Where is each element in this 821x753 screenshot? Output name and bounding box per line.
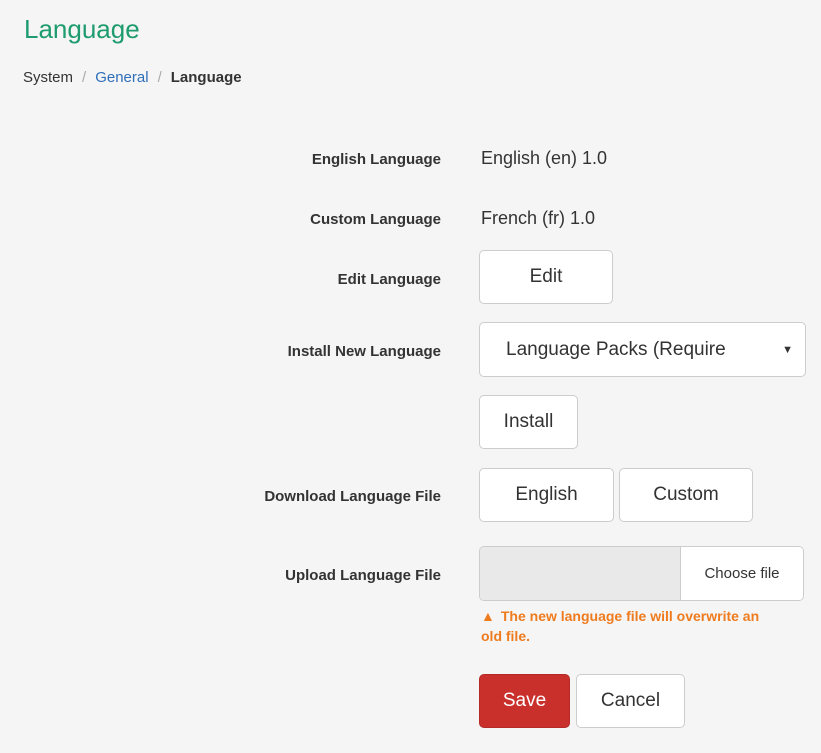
- upload-language-file-label: Upload Language File: [285, 567, 441, 584]
- breadcrumb-separator: /: [157, 69, 162, 86]
- language-page: Language System / General / Language English…: [0, 0, 821, 753]
- edit-language-label: Edit Language: [337, 271, 441, 288]
- page-title: Language: [24, 14, 140, 44]
- file-name-display: [480, 547, 680, 600]
- warning-triangle-icon: ▲: [481, 608, 495, 624]
- breadcrumb-separator: /: [82, 69, 87, 86]
- save-button[interactable]: Save: [479, 674, 570, 728]
- upload-file-input[interactable]: Choose file: [479, 546, 804, 601]
- edit-language-button[interactable]: Edit: [479, 250, 613, 304]
- breadcrumb: System / General / Language: [23, 69, 242, 86]
- language-pack-select-value: Language Packs (Require: [506, 338, 726, 360]
- download-english-button[interactable]: English: [479, 468, 614, 522]
- custom-language-value: French (fr) 1.0: [481, 208, 596, 228]
- chevron-down-icon: ▼: [782, 343, 793, 356]
- breadcrumb-item-general[interactable]: General: [95, 69, 148, 86]
- custom-language-label: Custom Language: [310, 211, 441, 228]
- choose-file-button[interactable]: Choose file: [680, 547, 803, 600]
- cancel-button[interactable]: Cancel: [576, 674, 685, 728]
- breadcrumb-item-system: System: [23, 69, 74, 86]
- english-language-value: English (en) 1.0: [481, 148, 608, 168]
- install-new-language-label: Install New Language: [287, 343, 441, 360]
- language-pack-select[interactable]: Language Packs (Require ▼: [479, 322, 806, 377]
- english-language-label: English Language: [311, 151, 441, 168]
- install-button[interactable]: Install: [479, 395, 578, 449]
- overwrite-warning: ▲ The new language file will overwrite an…: [481, 606, 781, 646]
- download-language-file-label: Download Language File: [264, 488, 441, 505]
- breadcrumb-item-language: Language: [170, 69, 242, 86]
- overwrite-warning-text: The new language file will overwrite an …: [481, 608, 760, 644]
- download-custom-button[interactable]: Custom: [619, 468, 753, 522]
